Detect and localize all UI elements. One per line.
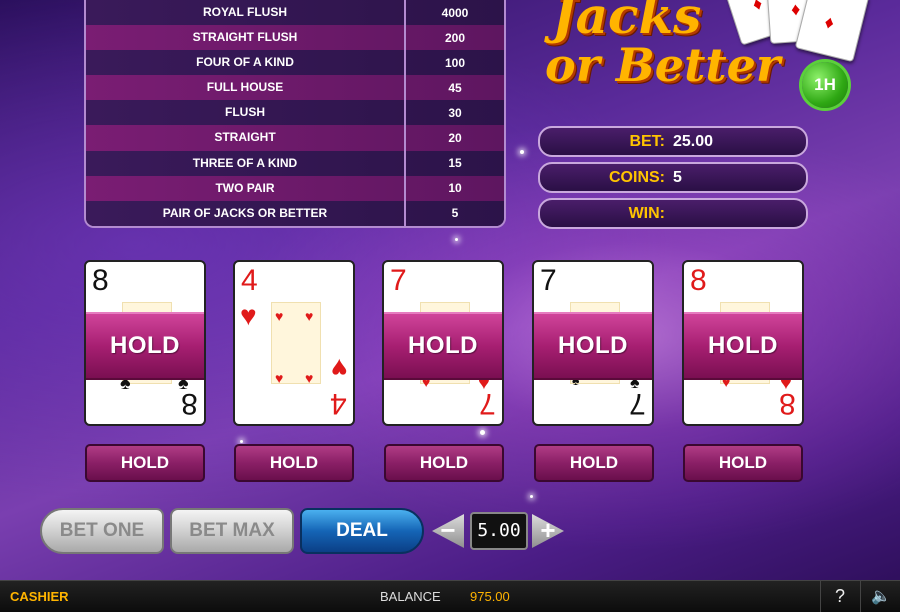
decrease-coin-button[interactable]: −	[432, 514, 464, 548]
paytable-row: ROYAL FLUSH 4000	[86, 0, 504, 26]
status-bar: CASHIER BALANCE 975.00 ? 🔈	[0, 580, 900, 612]
hand-name: STRAIGHT FLUSH	[86, 25, 406, 51]
paytable-row: STRAIGHT FLUSH 200	[86, 25, 504, 51]
hand-payout: 30	[448, 105, 462, 120]
bet-display: BET: 25.00	[538, 126, 808, 157]
card-rank: 7	[540, 264, 557, 297]
cashier-button[interactable]: CASHIER	[10, 589, 69, 604]
bet-label: BET:	[629, 132, 665, 150]
paytable-row: THREE OF A KIND 15	[86, 150, 504, 176]
hold-button-3[interactable]: HOLD	[384, 444, 504, 482]
sparkle-decoration	[455, 238, 458, 241]
sparkle-decoration	[520, 150, 524, 154]
playing-card[interactable]: 7 7 ♠ ♠ HOLD	[532, 260, 654, 426]
bet-one-button[interactable]: BET ONE	[40, 508, 164, 554]
bet-max-button[interactable]: BET MAX	[170, 508, 294, 554]
hand-payout: 100	[444, 55, 466, 70]
hand-payout: 5	[451, 206, 459, 221]
hand-payout: 20	[448, 131, 462, 146]
coins-display: COINS: 5	[538, 162, 808, 193]
balance-value: 975.00	[470, 589, 510, 604]
paytable-row: TWO PAIR 10	[86, 175, 504, 201]
playing-card[interactable]: 7 7 ♥ ♥ HOLD	[382, 260, 504, 426]
paytable-row: FULL HOUSE 45	[86, 75, 504, 101]
held-banner: HOLD	[684, 312, 802, 380]
held-banner: HOLD	[384, 312, 502, 380]
hand-name: TWO PAIR	[86, 175, 406, 201]
hand-name: THREE OF A KIND	[86, 150, 406, 176]
heart-icon: ♥	[331, 353, 348, 384]
increase-coin-button[interactable]: +	[532, 514, 564, 548]
coins-label: COINS:	[609, 168, 665, 186]
win-label: WIN:	[628, 204, 665, 222]
logo-card-decoration: ♦	[794, 0, 870, 63]
sparkle-decoration	[480, 430, 485, 435]
playing-card[interactable]: 8 8 ♥ ♥ HOLD	[682, 260, 804, 426]
speaker-icon[interactable]: 🔈	[860, 581, 900, 612]
hand-name: STRAIGHT	[86, 125, 406, 151]
held-banner: HOLD	[86, 312, 204, 380]
balance-label: BALANCE	[380, 589, 441, 604]
paytable-row: FOUR OF A KIND 100	[86, 50, 504, 76]
logo-title-line2: or Better	[545, 38, 781, 92]
card-rank: 4	[241, 264, 258, 297]
card-rank: 7	[390, 264, 407, 297]
help-icon[interactable]: ?	[820, 581, 859, 612]
card-rank: 8	[690, 264, 707, 297]
hand-name: FLUSH	[86, 100, 406, 126]
card-rank: 4	[330, 387, 347, 420]
heart-icon: ♥	[275, 370, 284, 386]
paytable-row: FLUSH 30	[86, 100, 504, 126]
hand-name: ROYAL FLUSH	[86, 0, 406, 26]
hold-button-5[interactable]: HOLD	[683, 444, 803, 482]
held-banner: HOLD	[534, 312, 652, 380]
game-badge: 1H	[802, 62, 848, 108]
heart-icon: ♥	[240, 300, 257, 331]
hold-button-2[interactable]: HOLD	[234, 444, 354, 482]
heart-icon: ♥	[305, 370, 314, 386]
paytable: ROYAL FLUSH 4000 STRAIGHT FLUSH 200 FOUR O…	[84, 0, 506, 228]
playing-card[interactable]: 8 8 ♠ ♠ HOLD	[84, 260, 206, 426]
coin-value-display: 5.00	[470, 512, 528, 550]
hand-name: FOUR OF A KIND	[86, 50, 406, 76]
sparkle-decoration	[530, 495, 533, 498]
bet-value: 25.00	[673, 132, 714, 150]
playing-card[interactable]: 4 ♥ ♥ ♥ ♥ ♥ ♥ 4	[233, 260, 355, 426]
game-logo: ♦ ♦ ♦ Jacks or Better 1H	[540, 0, 870, 115]
hand-payout: 200	[444, 30, 466, 45]
hand-payout: 15	[448, 156, 462, 171]
win-display: WIN:	[538, 198, 808, 229]
paytable-row: STRAIGHT 20	[86, 125, 504, 151]
hand-payout: 4000	[441, 5, 469, 20]
hand-name: FULL HOUSE	[86, 75, 406, 101]
hand-payout: 10	[448, 181, 462, 196]
heart-icon: ♥	[275, 308, 284, 324]
hand-payout: 45	[448, 80, 462, 95]
hold-button-1[interactable]: HOLD	[85, 444, 205, 482]
deal-button[interactable]: DEAL	[300, 508, 424, 554]
hand-name: PAIR OF JACKS OR BETTER	[86, 200, 406, 226]
heart-icon: ♥	[305, 308, 314, 324]
hold-button-4[interactable]: HOLD	[534, 444, 654, 482]
sparkle-decoration	[240, 440, 243, 443]
paytable-row: PAIR OF JACKS OR BETTER 5	[86, 200, 504, 226]
coins-value: 5	[673, 168, 682, 186]
card-rank: 8	[92, 264, 109, 297]
